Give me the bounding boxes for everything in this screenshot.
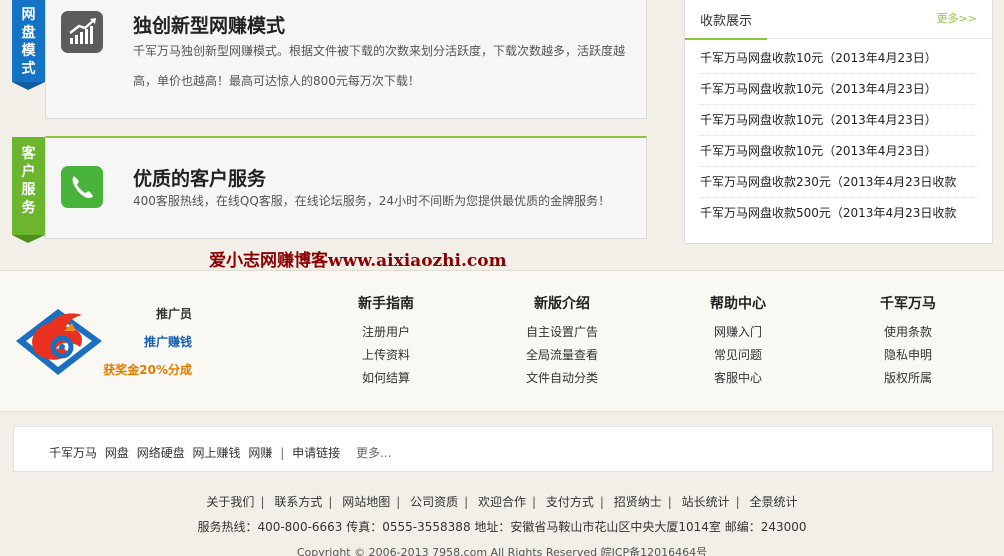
ribbon-char: 户: [21, 164, 36, 180]
footer-column-guide: 新手指南 注册用户 上传资料 如何结算: [326, 293, 446, 390]
panel-title: 收款展示: [700, 14, 753, 29]
ribbon-char: 式: [21, 61, 36, 77]
chart-up-icon: [61, 11, 103, 53]
payment-list: 千军万马网盘收款10元（2013年4月23日） 千军万马网盘收款10元（2013…: [685, 39, 992, 229]
bottom-link-qualification[interactable]: 公司资质: [410, 495, 458, 509]
separator: |: [260, 495, 265, 509]
ribbon-char: 务: [21, 200, 36, 216]
horse-logo-icon[interactable]: [12, 301, 106, 379]
bottom-link-panorama-stats[interactable]: 全景统计: [750, 495, 798, 509]
ribbon-kehu-fuwu: 客 户 服 务: [12, 137, 45, 243]
separator: |: [328, 495, 333, 509]
bottom-link-contact[interactable]: 联系方式: [274, 495, 322, 509]
bottom-link-payment[interactable]: 支付方式: [546, 495, 594, 509]
footer-link[interactable]: 文件自动分类: [502, 367, 622, 390]
separator: |: [464, 495, 469, 509]
apply-link[interactable]: 申请链接: [292, 446, 340, 460]
separator: |: [532, 495, 537, 509]
list-item[interactable]: 千军万马网盘收款230元（2013年4月23日收款: [700, 167, 978, 198]
list-item[interactable]: 千军万马网盘收款10元（2013年4月23日）: [700, 105, 978, 136]
ribbon-char: 服: [21, 182, 36, 198]
separator: |: [667, 495, 672, 509]
bottom-link-jobs[interactable]: 招贤纳士: [614, 495, 662, 509]
list-item[interactable]: 千军万马网盘收款10元（2013年4月23日）: [700, 136, 978, 167]
column-title: 新版介绍: [534, 296, 590, 312]
bottom-links: 关于我们 | 联系方式 | 网站地图 | 公司资质 | 欢迎合作 | 支付方式 | 招贤纳士…: [0, 493, 1004, 510]
bottom-link-sitemap[interactable]: 网站地图: [342, 495, 390, 509]
list-item[interactable]: 千军万马网盘收款10元（2013年4月23日）: [700, 74, 978, 105]
tag-link[interactable]: 网络硬盘: [137, 446, 185, 460]
bonus-label: 获奖金20%分成: [103, 363, 192, 377]
footer-link[interactable]: 上传资料: [326, 344, 446, 367]
separator: |: [280, 446, 285, 460]
footer-nav-band: 推广员 推广赚钱 获奖金20%分成 新手指南 注册用户 上传资料 如何结算 新版…: [0, 270, 1004, 412]
footer-link[interactable]: 隐私申明: [848, 344, 968, 367]
footer-link[interactable]: 全局流量查看: [502, 344, 622, 367]
ribbon-char: 客: [21, 146, 36, 162]
separator: |: [735, 495, 740, 509]
copyright-text: Copyright © 2006-2013 7958.com All Right…: [296, 546, 708, 556]
footer-link[interactable]: 网赚入门: [678, 321, 798, 344]
feature-title: 独创新型网赚模式: [133, 15, 286, 37]
feature-card-customer-service: 优质的客户服务 400客服热线，在线QQ客服，在线论坛服务，24小时不间断为您提…: [45, 136, 647, 239]
ribbon-char: 盘: [21, 25, 36, 41]
column-title: 千军万马: [880, 296, 936, 312]
tag-link[interactable]: 网盘: [105, 446, 129, 460]
more-link[interactable]: 更多>>: [937, 10, 977, 26]
footer-link[interactable]: 客服中心: [678, 367, 798, 390]
separator: |: [599, 495, 604, 509]
tag-link[interactable]: 千军万马: [49, 446, 97, 460]
footer-link[interactable]: 常见问题: [678, 344, 798, 367]
footer-link[interactable]: 版权所属: [848, 367, 968, 390]
phone-icon: [61, 166, 103, 208]
column-title: 新手指南: [358, 296, 414, 312]
column-title: 帮助中心: [710, 296, 766, 312]
bottom-link-about[interactable]: 关于我们: [206, 495, 254, 509]
footer-link[interactable]: 注册用户: [326, 321, 446, 344]
list-item[interactable]: 千军万马网盘收款10元（2013年4月23日）: [700, 43, 978, 74]
panel-header: 收款展示 更多>>: [685, 0, 992, 40]
promote-earn-link[interactable]: 推广赚钱: [144, 333, 192, 350]
watermark-text: 爱小志网赚博客www.aixiaozhi.com: [209, 251, 507, 271]
more-link[interactable]: 更多...: [356, 446, 391, 460]
footer-link[interactable]: 自主设置广告: [502, 321, 622, 344]
feature-description: 400客服热线，在线QQ客服，在线论坛服务，24小时不间断为您提供最优质的金牌服…: [133, 194, 611, 208]
ribbon-char: 网: [21, 7, 36, 23]
ribbon-wangpan-moshi: 网 盘 模 式: [12, 0, 45, 90]
ribbon-char: 模: [21, 43, 36, 59]
footer-column-new-version: 新版介绍 自主设置广告 全局流量查看 文件自动分类: [502, 293, 622, 390]
list-item[interactable]: 千军万马网盘收款500元（2013年4月23日收款: [700, 198, 978, 229]
separator: |: [396, 495, 401, 509]
tag-link[interactable]: 网上赚钱: [193, 446, 241, 460]
footer-column-brand: 千军万马 使用条款 隐私申明 版权所属: [848, 293, 968, 390]
bottom-link-cooperation[interactable]: 欢迎合作: [478, 495, 526, 509]
panel-title-underline: [685, 38, 767, 40]
contact-info: 服务热线：400-800-6663 传真：0555-3558388 地址：安徽省…: [197, 520, 807, 534]
tag-link[interactable]: 网赚: [248, 446, 272, 460]
footer-link[interactable]: 如何结算: [326, 367, 446, 390]
bottom-link-webmaster-stats[interactable]: 站长统计: [682, 495, 730, 509]
payment-showcase-panel: 收款展示 更多>> 千军万马网盘收款10元（2013年4月23日） 千军万马网盘…: [684, 0, 993, 244]
promoter-label: 推广员: [155, 307, 192, 321]
feature-card-earning-mode: 独创新型网赚模式 千军万马独创新型网赚模式。根据文件被下载的次数来划分活跃度，下…: [45, 0, 647, 119]
footer-link[interactable]: 使用条款: [848, 321, 968, 344]
feature-description: 千军万马独创新型网赚模式。根据文件被下载的次数来划分活跃度，下载次数越多，活跃度…: [133, 44, 626, 88]
friend-links-bar: 千军万马 网盘 网络硬盘 网上赚钱 网赚 | 申请链接 更多...: [13, 426, 993, 472]
footer-column-help: 帮助中心 网赚入门 常见问题 客服中心: [678, 293, 798, 390]
